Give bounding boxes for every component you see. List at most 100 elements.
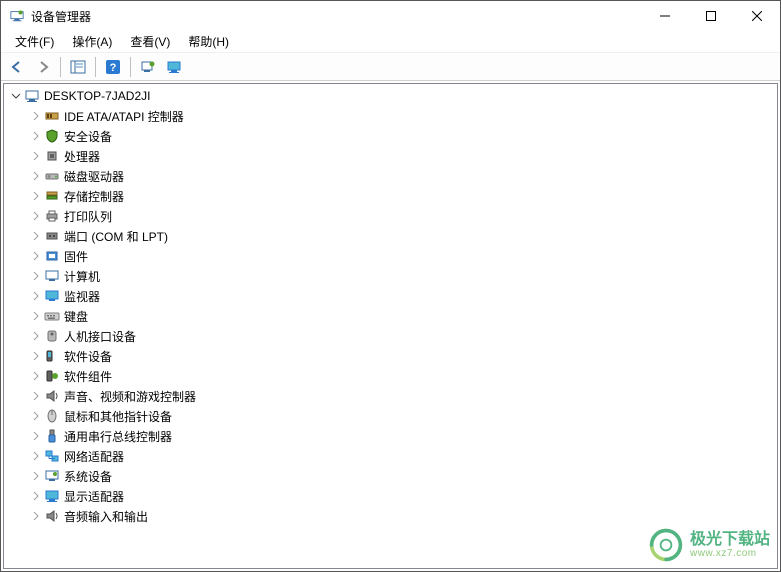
firmware-icon [44,248,60,264]
menu-file[interactable]: 文件(F) [7,31,62,52]
back-button[interactable] [5,56,29,78]
security-icon [44,128,60,144]
tree-item[interactable]: 存储控制器 [4,186,777,206]
audio-io-icon [44,508,60,524]
expander-icon[interactable] [28,248,44,264]
expander-icon[interactable] [28,288,44,304]
computer-root-icon [24,88,40,104]
tree-item-label: IDE ATA/ATAPI 控制器 [64,108,184,125]
tree-item[interactable]: 网络适配器 [4,446,777,466]
expander-icon[interactable] [28,368,44,384]
system-icon [44,468,60,484]
tree-item-label: 处理器 [64,148,100,165]
tree-item[interactable]: 处理器 [4,146,777,166]
expander-icon[interactable] [28,308,44,324]
software-component-icon [44,368,60,384]
tree-item[interactable]: 软件设备 [4,346,777,366]
tree-item-label: 人机接口设备 [64,328,136,345]
tree-item[interactable]: 鼠标和其他指针设备 [4,406,777,426]
tree-item-label: 网络适配器 [64,448,124,465]
mouse-icon [44,408,60,424]
expander-icon[interactable] [28,488,44,504]
minimize-button[interactable] [642,1,688,31]
processor-icon [44,148,60,164]
scan-button[interactable] [136,56,160,78]
tree-item[interactable]: 磁盘驱动器 [4,166,777,186]
tree-item-label: 通用串行总线控制器 [64,428,172,445]
tree-root[interactable]: DESKTOP-7JAD2JI [4,86,777,106]
expander-icon[interactable] [28,188,44,204]
forward-button[interactable] [31,56,55,78]
expander-icon[interactable] [28,128,44,144]
expander-icon[interactable] [28,228,44,244]
tree-item-label: 安全设备 [64,128,112,145]
tree-item[interactable]: 系统设备 [4,466,777,486]
port-icon [44,228,60,244]
tree-item-label: 系统设备 [64,468,112,485]
tree-item[interactable]: 端口 (COM 和 LPT) [4,226,777,246]
titlebar: 设备管理器 [1,1,780,31]
expander-icon[interactable] [28,508,44,524]
tree-item-label: 鼠标和其他指针设备 [64,408,172,425]
tree-item[interactable]: 通用串行总线控制器 [4,426,777,446]
tree-item[interactable]: 音频输入和输出 [4,506,777,526]
network-icon [44,448,60,464]
tree-item[interactable]: 软件组件 [4,366,777,386]
tree-item-label: 监视器 [64,288,100,305]
expander-icon[interactable] [8,88,24,104]
monitor-button[interactable] [162,56,186,78]
tree-item-label: 软件组件 [64,368,112,385]
tree-item[interactable]: 监视器 [4,286,777,306]
device-tree-panel: DESKTOP-7JAD2JI IDE ATA/ATAPI 控制器安全设备处理器… [3,83,778,569]
menu-action[interactable]: 操作(A) [64,31,120,52]
monitor-device-icon [44,288,60,304]
maximize-button[interactable] [688,1,734,31]
expander-icon[interactable] [28,408,44,424]
expander-icon[interactable] [28,468,44,484]
toolbar-separator [130,57,131,77]
expander-icon[interactable] [28,148,44,164]
window-controls [642,1,780,31]
tree-item[interactable]: 计算机 [4,266,777,286]
help-button[interactable]: ? [101,56,125,78]
tree-item-label: 声音、视频和游戏控制器 [64,388,196,405]
software-device-icon [44,348,60,364]
expander-icon[interactable] [28,328,44,344]
device-tree: DESKTOP-7JAD2JI IDE ATA/ATAPI 控制器安全设备处理器… [4,86,777,526]
menu-view[interactable]: 查看(V) [122,31,178,52]
toolbar-separator [95,57,96,77]
expander-icon[interactable] [28,208,44,224]
tree-item[interactable]: 人机接口设备 [4,326,777,346]
printer-icon [44,208,60,224]
window-title: 设备管理器 [31,8,642,25]
tree-item-label: 端口 (COM 和 LPT) [64,228,168,245]
close-button[interactable] [734,1,780,31]
expander-icon[interactable] [28,168,44,184]
expander-icon[interactable] [28,268,44,284]
usb-icon [44,428,60,444]
tree-item[interactable]: 固件 [4,246,777,266]
show-hide-button[interactable] [66,56,90,78]
storage-icon [44,188,60,204]
tree-root-label: DESKTOP-7JAD2JI [44,89,150,103]
expander-icon[interactable] [28,428,44,444]
computer-icon [44,268,60,284]
tree-item[interactable]: 声音、视频和游戏控制器 [4,386,777,406]
expander-icon[interactable] [28,388,44,404]
expander-icon[interactable] [28,448,44,464]
expander-icon[interactable] [28,108,44,124]
toolbar-separator [60,57,61,77]
expander-icon[interactable] [28,348,44,364]
keyboard-icon [44,308,60,324]
disk-icon [44,168,60,184]
toolbar: ? [1,53,780,81]
tree-item[interactable]: 键盘 [4,306,777,326]
menubar: 文件(F) 操作(A) 查看(V) 帮助(H) [1,31,780,53]
tree-item[interactable]: IDE ATA/ATAPI 控制器 [4,106,777,126]
tree-item[interactable]: 打印队列 [4,206,777,226]
tree-item[interactable]: 安全设备 [4,126,777,146]
display-icon [44,488,60,504]
tree-item-label: 固件 [64,248,88,265]
tree-item[interactable]: 显示适配器 [4,486,777,506]
menu-help[interactable]: 帮助(H) [180,31,237,52]
